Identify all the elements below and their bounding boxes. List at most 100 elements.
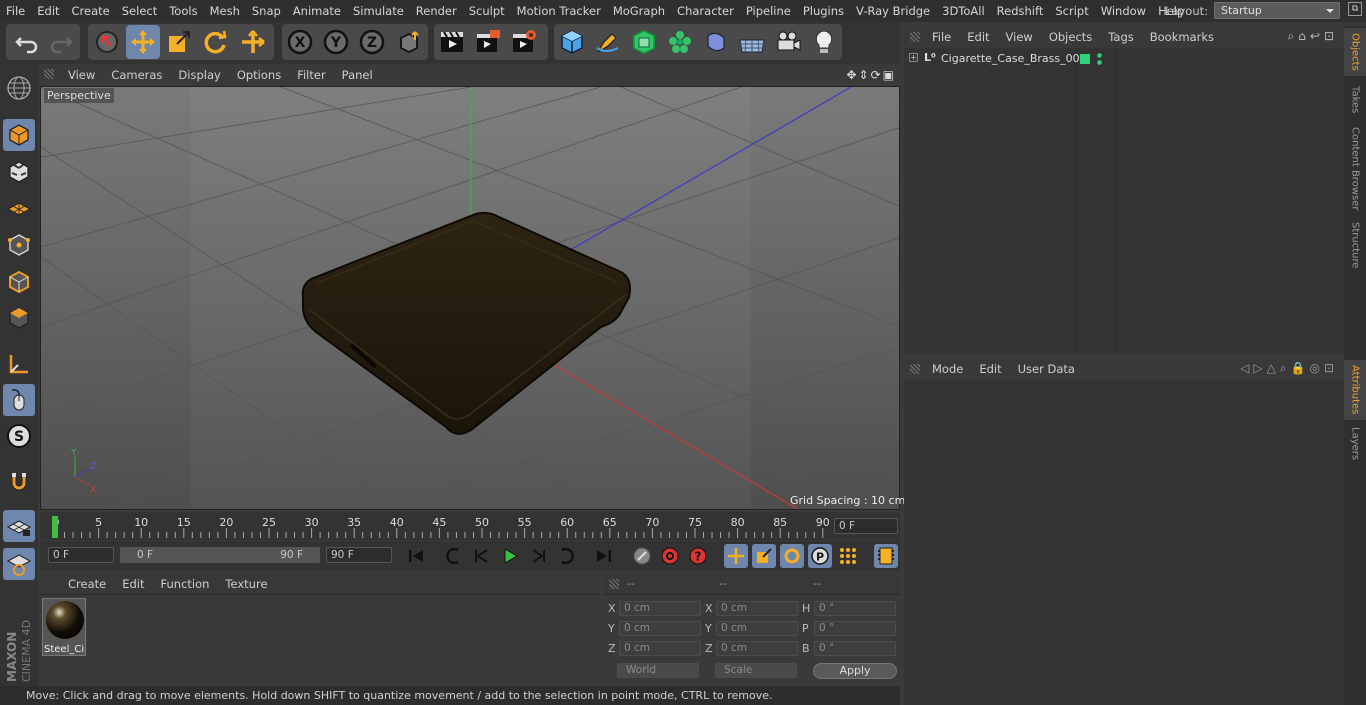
rot-b-field[interactable]: 0 ° — [814, 641, 896, 656]
goto-start-icon[interactable] — [404, 544, 428, 568]
menu-tools[interactable]: Tools — [163, 0, 203, 22]
z-axis-icon[interactable]: Z — [355, 25, 389, 59]
menu-plugins[interactable]: Plugins — [797, 0, 850, 22]
menu-snap[interactable]: Snap — [246, 0, 287, 22]
y-axis-icon[interactable]: Y — [319, 25, 353, 59]
tab-structure[interactable]: Structure — [1344, 218, 1366, 272]
pos-z-field[interactable]: 0 cm — [619, 641, 701, 656]
camera-icon[interactable] — [771, 25, 805, 59]
menu-file[interactable]: File — [0, 0, 31, 22]
menu-simulate[interactable]: Simulate — [347, 0, 410, 22]
key-scale-icon[interactable] — [752, 544, 776, 568]
menu-animate[interactable]: Animate — [287, 0, 347, 22]
menu-mograph[interactable]: MoGraph — [607, 0, 671, 22]
mat-menu-texture[interactable]: Texture — [217, 577, 275, 591]
end-frame-field[interactable]: 90 F — [326, 547, 392, 563]
menu-script[interactable]: Script — [1049, 0, 1094, 22]
locked-workplane-icon[interactable] — [3, 510, 35, 542]
size-mode-select[interactable]: Scale — [715, 663, 797, 678]
attr-menu-mode[interactable]: Mode — [924, 362, 971, 376]
record-keys-icon[interactable] — [630, 544, 654, 568]
vp-menu-cameras[interactable]: Cameras — [103, 68, 170, 82]
perspective-viewport[interactable]: Y Z X — [40, 86, 900, 510]
vp-menu-display[interactable]: Display — [170, 68, 228, 82]
apply-button[interactable]: Apply — [813, 663, 897, 679]
render-picture-viewer-icon[interactable] — [471, 25, 505, 59]
previous-frame-icon[interactable] — [470, 544, 494, 568]
timeline[interactable]: 051015202530354045505560657075808590 0 F — [40, 512, 900, 540]
tab-content-browser[interactable]: Content Browser — [1344, 124, 1366, 214]
key-position-icon[interactable] — [724, 544, 748, 568]
rotate-icon[interactable] — [198, 25, 232, 59]
previous-key-icon[interactable] — [442, 544, 466, 568]
next-frame-icon[interactable] — [526, 544, 550, 568]
magnet-icon[interactable] — [3, 466, 35, 498]
vp-menu-view[interactable]: View — [60, 68, 103, 82]
menu-pipeline[interactable]: Pipeline — [740, 0, 797, 22]
timeline-window-icon[interactable] — [874, 544, 898, 568]
layout-select[interactable]: Startup — [1214, 2, 1340, 19]
tab-takes[interactable]: Takes — [1344, 80, 1366, 120]
obj-menu-tags[interactable]: Tags — [1100, 30, 1141, 44]
window-restore-icon[interactable]: ⧉ — [1348, 2, 1362, 16]
snapping-icon[interactable]: S — [3, 420, 35, 452]
tab-objects[interactable]: Objects — [1344, 28, 1366, 76]
attribute-nav-icons[interactable]: ◁▷△⌕🔒◎⊡ — [1240, 361, 1338, 376]
key-rotation-icon[interactable] — [780, 544, 804, 568]
vp-menu-options[interactable]: Options — [229, 68, 289, 82]
mat-menu-create[interactable]: Create — [60, 577, 114, 591]
keyframe-selection-icon[interactable]: ? — [686, 544, 710, 568]
key-pla-icon[interactable] — [836, 544, 860, 568]
deformer-icon[interactable] — [699, 25, 733, 59]
live-selection-icon[interactable] — [90, 25, 124, 59]
viewport-grip-icon[interactable] — [44, 69, 54, 79]
vp-menu-filter[interactable]: Filter — [289, 68, 333, 82]
pos-x-field[interactable]: 0 cm — [619, 601, 701, 616]
expand-icon[interactable]: + — [909, 53, 918, 62]
render-view-icon[interactable] — [435, 25, 469, 59]
rot-p-field[interactable]: 0 ° — [814, 621, 896, 636]
obj-menu-view[interactable]: View — [998, 30, 1041, 44]
texture-mode-icon[interactable] — [3, 156, 35, 188]
tweak-mode-icon[interactable] — [3, 384, 35, 416]
obj-menu-bookmarks[interactable]: Bookmarks — [1142, 30, 1222, 44]
menu-motion-tracker[interactable]: Motion Tracker — [511, 0, 607, 22]
current-frame-field[interactable]: 0 F — [834, 518, 898, 534]
viewport-nav-icons[interactable]: ✥⇕⟳▣ — [846, 68, 896, 82]
scale-icon[interactable] — [162, 25, 196, 59]
menu-sculpt[interactable]: Sculpt — [463, 0, 511, 22]
redo-icon[interactable] — [44, 25, 78, 59]
x-axis-icon[interactable]: X — [283, 25, 317, 59]
menu-redshift[interactable]: Redshift — [991, 0, 1050, 22]
size-x-field[interactable]: 0 cm — [716, 601, 798, 616]
playhead[interactable] — [52, 516, 58, 538]
cube-icon[interactable] — [555, 25, 589, 59]
subdivision-surface-icon[interactable] — [627, 25, 661, 59]
recent-tool-icon[interactable] — [236, 25, 270, 59]
goto-end-icon[interactable] — [592, 544, 616, 568]
key-parameter-icon[interactable]: P — [808, 544, 832, 568]
mat-menu-edit[interactable]: Edit — [114, 577, 152, 591]
points-mode-icon[interactable] — [3, 229, 35, 261]
cloner-icon[interactable] — [663, 25, 697, 59]
menu-character[interactable]: Character — [671, 0, 740, 22]
undo-icon[interactable] — [10, 25, 44, 59]
axis-mode-icon[interactable] — [3, 348, 35, 380]
menu-render[interactable]: Render — [410, 0, 463, 22]
object-name[interactable]: Cigarette_Case_Brass_001 — [941, 52, 1087, 65]
menu-edit[interactable]: Edit — [31, 0, 65, 22]
object-manager-nav-icons[interactable]: ⌕⌂↩⊡ — [1288, 29, 1338, 44]
menu-create[interactable]: Create — [66, 0, 116, 22]
rot-h-field[interactable]: 0 ° — [814, 601, 896, 616]
visibility-dots-icon[interactable] — [1097, 52, 1102, 66]
edit-render-settings-icon[interactable] — [507, 25, 541, 59]
menu-3dtoall[interactable]: 3DToAll — [936, 0, 991, 22]
obj-grip-icon[interactable] — [910, 32, 920, 42]
move-icon[interactable] — [126, 25, 160, 59]
tab-attributes[interactable]: Attributes — [1344, 360, 1366, 420]
next-key-icon[interactable] — [554, 544, 578, 568]
attr-menu-user-data[interactable]: User Data — [1010, 362, 1083, 376]
play-icon[interactable] — [498, 544, 522, 568]
obj-menu-edit[interactable]: Edit — [959, 30, 997, 44]
polygons-mode-icon[interactable] — [3, 302, 35, 334]
